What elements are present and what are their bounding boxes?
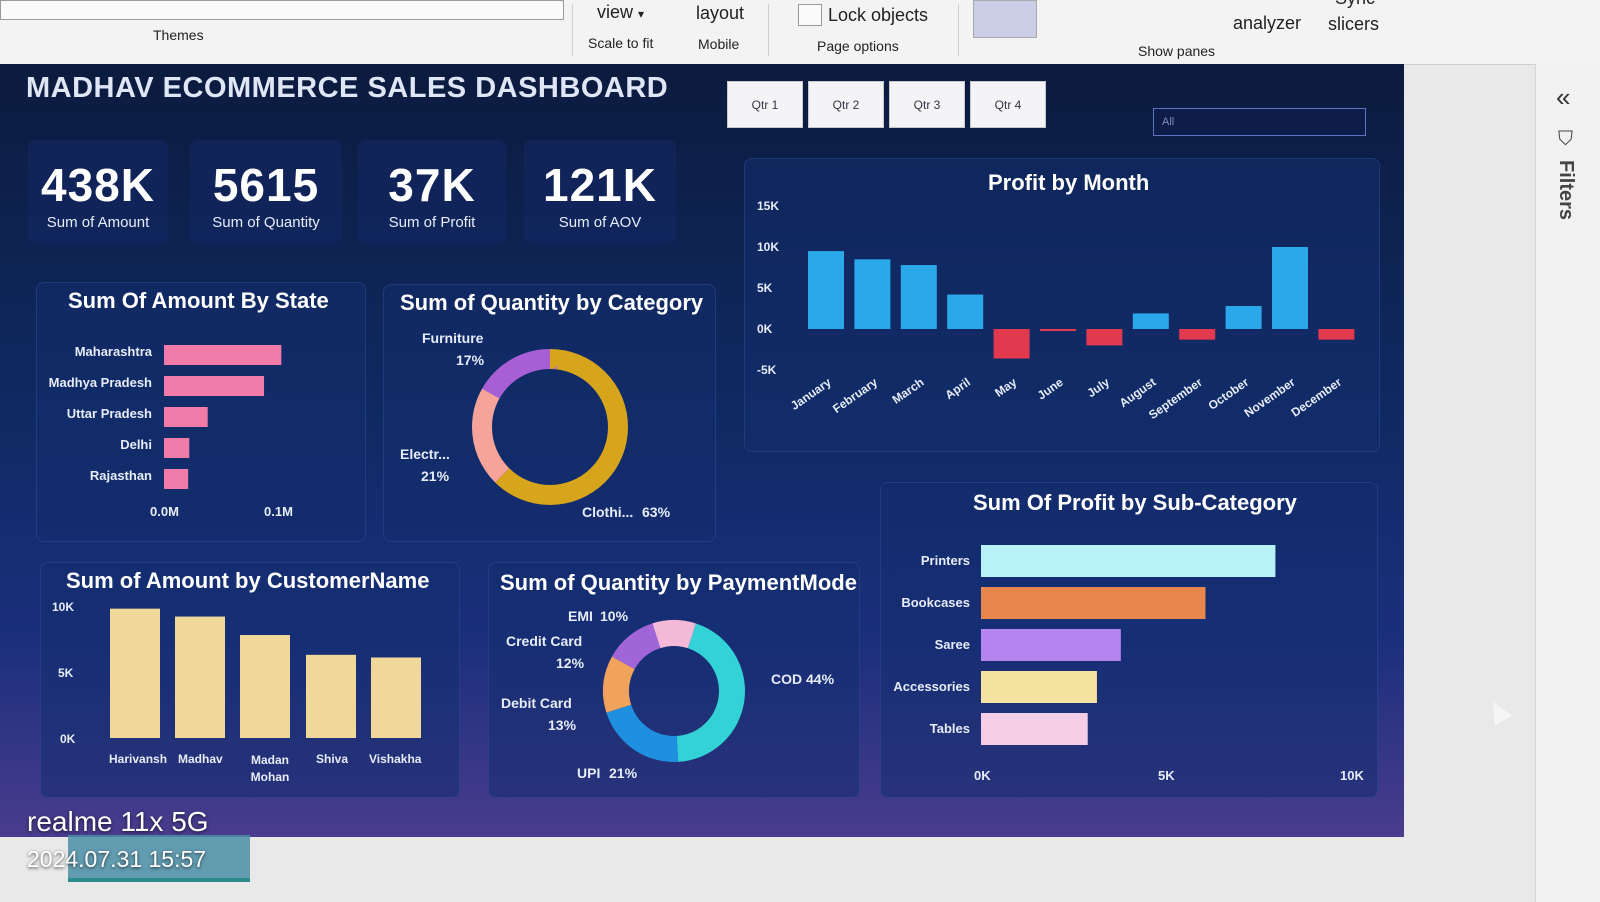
- month-label: May: [992, 375, 1019, 400]
- filters-label[interactable]: Filters: [1553, 160, 1577, 240]
- month-label: March: [890, 375, 927, 407]
- month-label: July: [1084, 375, 1112, 400]
- customer-bar: [371, 657, 421, 738]
- month-ytick: 15K: [757, 199, 779, 213]
- device-watermark: realme 11x 5G: [27, 806, 209, 837]
- state-bar: [164, 376, 265, 396]
- month-label: November: [1242, 375, 1298, 420]
- subcategory-bar: [981, 587, 1206, 619]
- mouse-cursor-icon: [1483, 696, 1513, 726]
- month-label: December: [1289, 375, 1345, 420]
- month-bar: [854, 259, 891, 329]
- month-bar: [1179, 329, 1216, 340]
- month-bar: [808, 251, 844, 329]
- state-bar: [164, 438, 190, 458]
- month-ytick: 5K: [757, 281, 773, 295]
- collapse-icon[interactable]: «: [1556, 82, 1570, 113]
- customer-bar: [306, 654, 356, 738]
- filter-icon: ⛉: [1558, 128, 1573, 150]
- month-label: April: [942, 375, 972, 402]
- month-bar: [900, 265, 937, 329]
- subcategory-bar: [981, 713, 1088, 745]
- chart-layer: 15K 10K 5K 0K -5K JanuaryFebruary March April Ma…: [110, 199, 1355, 762]
- month-label: August: [1117, 375, 1159, 410]
- customer-bar: [240, 635, 290, 738]
- month-ytick: 0K: [757, 322, 773, 336]
- month-ytick: 10K: [757, 240, 779, 254]
- state-bar: [164, 345, 282, 365]
- subcategory-bar: [981, 629, 1121, 661]
- month-ytick: -5K: [757, 363, 777, 377]
- state-bar: [164, 407, 208, 427]
- customer-bar: [175, 616, 225, 738]
- month-label: February: [830, 375, 880, 416]
- customer-bar: [110, 608, 160, 738]
- month-bar: [947, 294, 984, 329]
- subcategory-bar: [981, 545, 1276, 577]
- month-label: January: [788, 375, 834, 413]
- month-bar: [1225, 306, 1262, 329]
- month-bar: [1272, 247, 1308, 329]
- month-bar: [1086, 329, 1123, 346]
- state-bar: [164, 469, 189, 489]
- month-label: June: [1035, 375, 1066, 403]
- month-bar: [993, 329, 1030, 359]
- timestamp-watermark: 2024.07.31 15:57: [27, 846, 207, 872]
- page-tab-indicator: [68, 878, 250, 882]
- month-bar: [1132, 313, 1169, 329]
- month-bar: [1040, 329, 1076, 331]
- month-bar: [1318, 329, 1355, 340]
- subcategory-bar: [981, 671, 1097, 703]
